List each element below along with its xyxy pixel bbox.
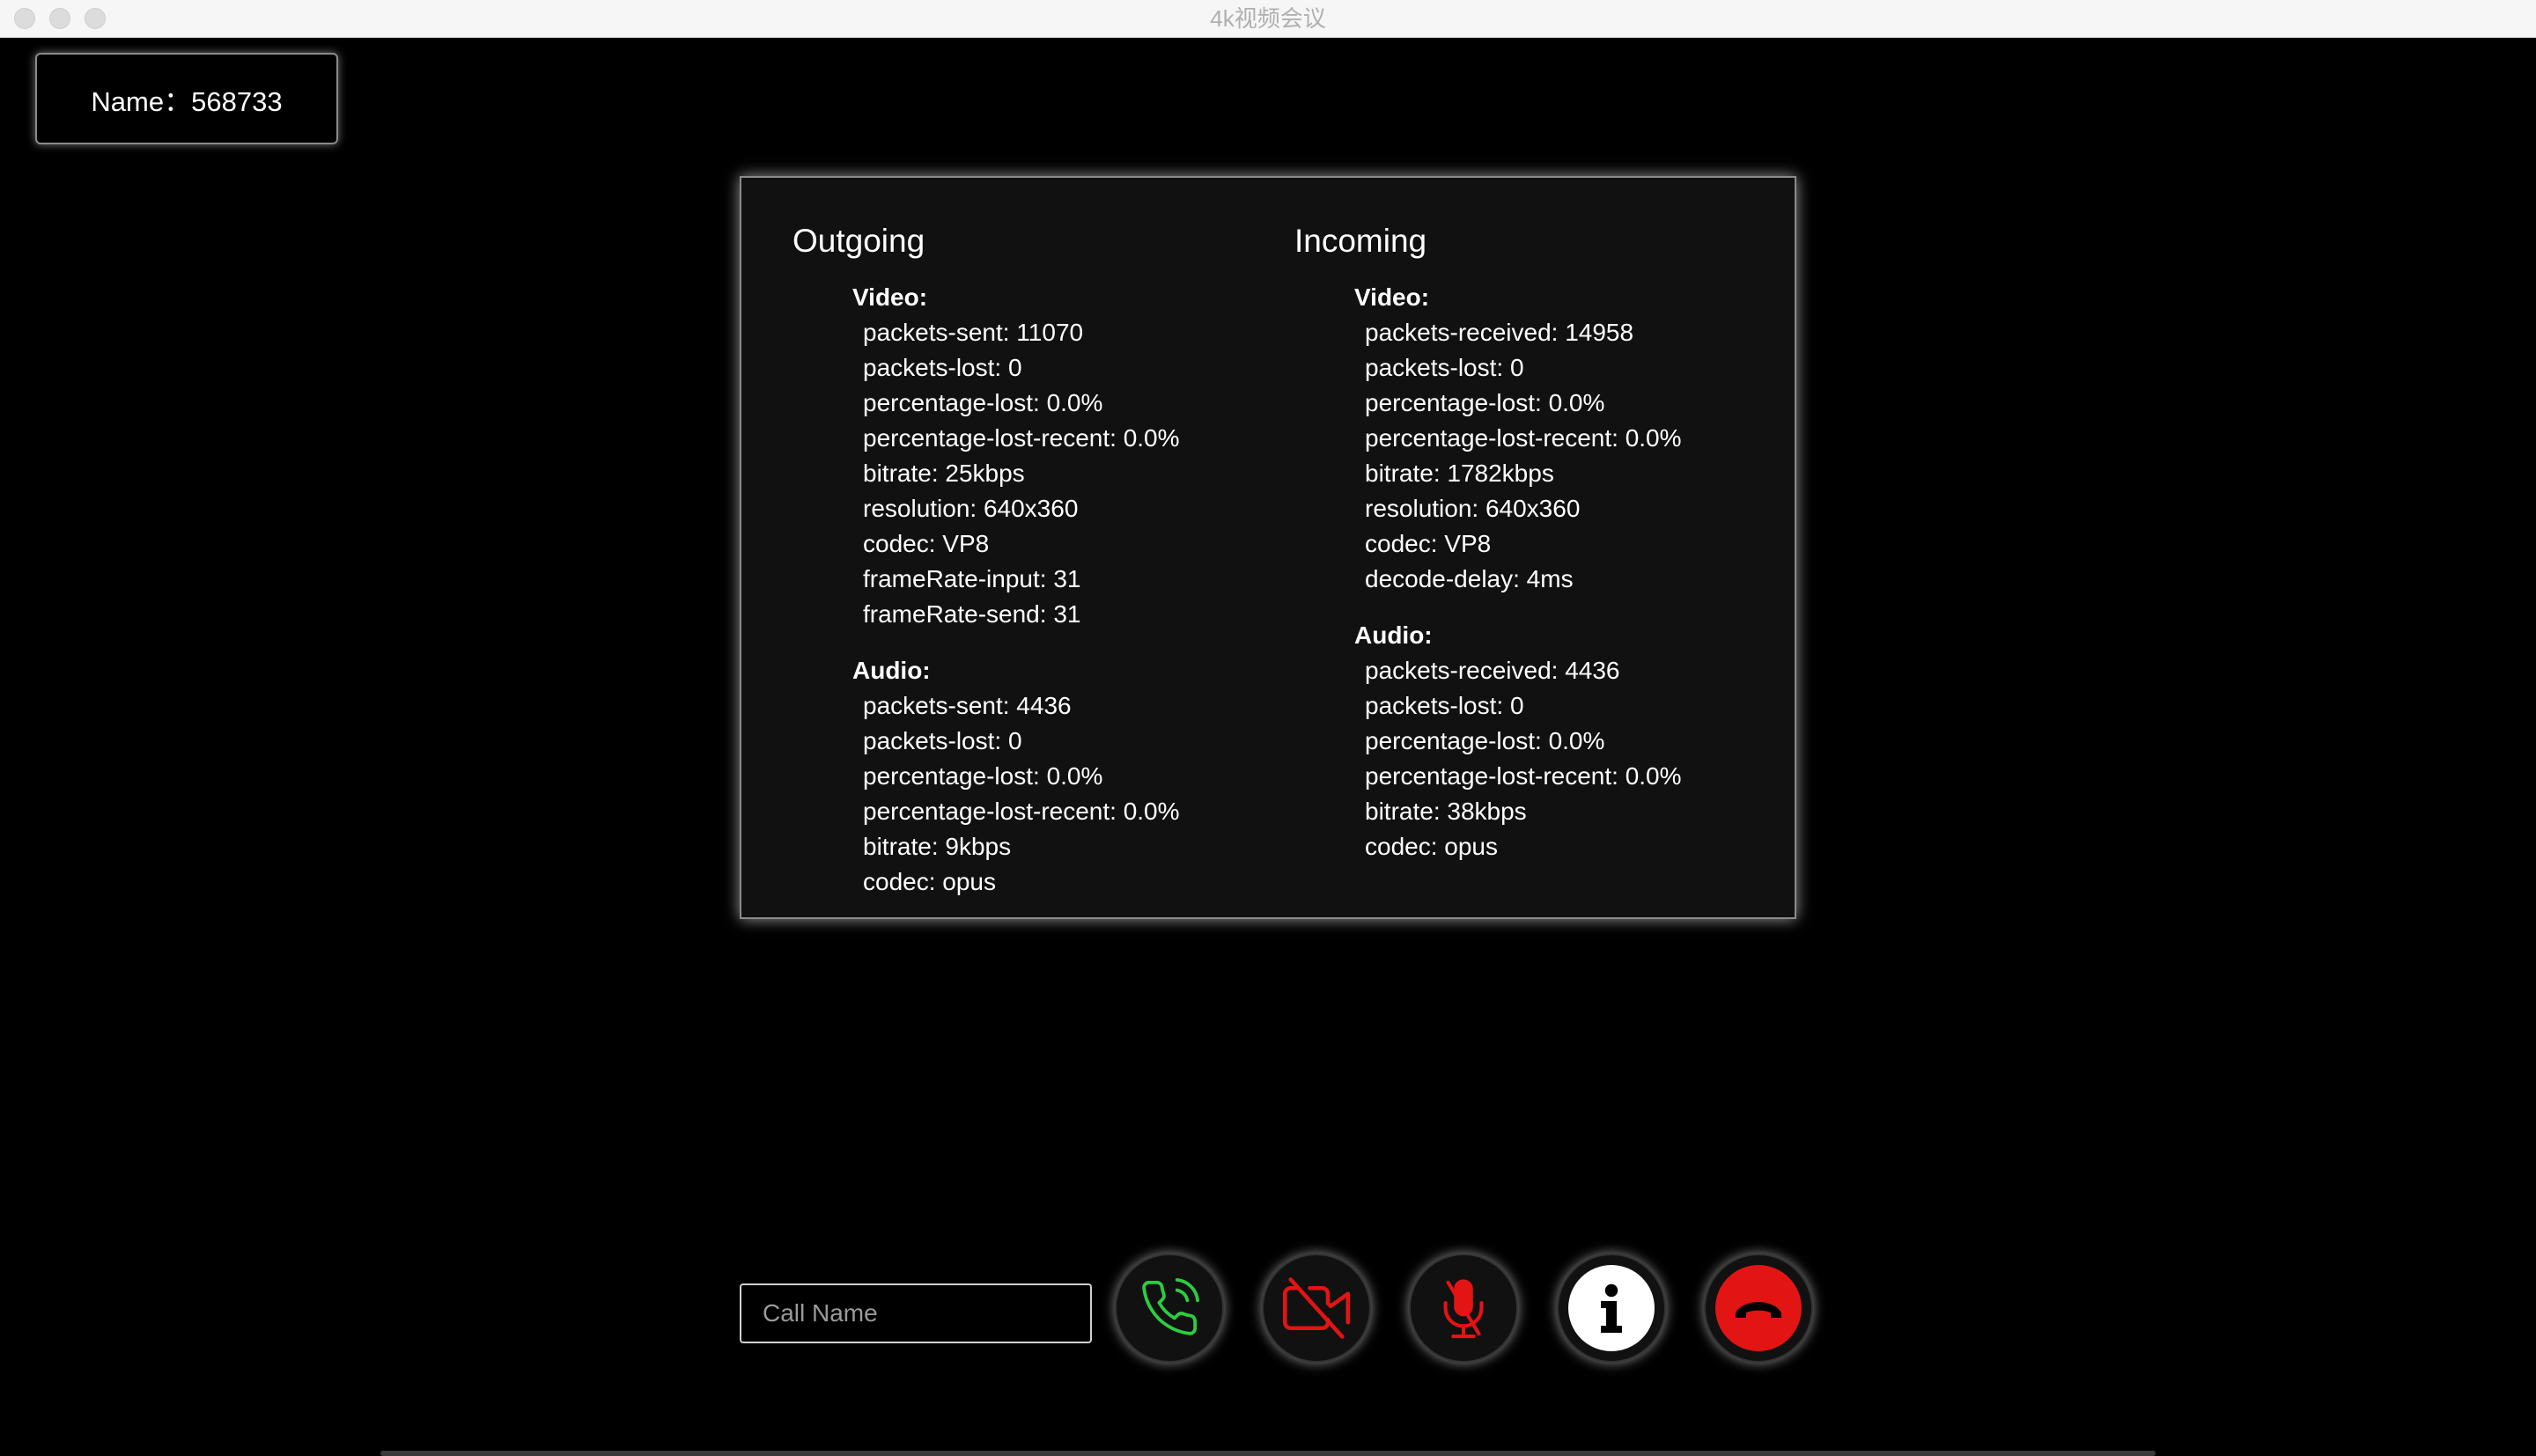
stat-line: frameRate-send: 31: [863, 600, 1081, 628]
stat-line: bitrate: 9kbps: [863, 833, 1012, 860]
incoming-title: Incoming: [1294, 223, 1427, 259]
info-icon: [1568, 1265, 1655, 1351]
outgoing-title: Outgoing: [792, 223, 925, 259]
call-button[interactable]: [1115, 1254, 1224, 1363]
hang-up-button[interactable]: [1704, 1254, 1813, 1363]
stat-line: packets-received: 4436: [1365, 657, 1620, 684]
outgoing-video-heading: Video:: [852, 283, 928, 311]
title-bar: 4k视频会议: [0, 0, 2536, 38]
mic-off-icon: [1443, 1279, 1484, 1339]
incoming-stats: Incoming Video: packets-received: 14958 …: [1294, 222, 1682, 864]
app-window: 4k视频会议 Name：568733 Outgoing Video: packe…: [0, 0, 2536, 1456]
stat-line: packets-lost: 0: [863, 354, 1022, 381]
stat-line: frameRate-input: 31: [863, 565, 1081, 592]
stat-line: decode-delay: 4ms: [1365, 565, 1574, 592]
stat-line: codec: opus: [863, 868, 996, 895]
toggle-mic-button[interactable]: [1409, 1254, 1518, 1363]
stat-line: percentage-lost-recent: 0.0%: [1365, 424, 1682, 452]
window-bottom-edge: [380, 1451, 2156, 1456]
stat-line: percentage-lost-recent: 0.0%: [863, 798, 1180, 825]
outgoing-stats: Outgoing Video: packets-sent: 11070 pack…: [792, 222, 1180, 900]
stat-line: packets-sent: 4436: [863, 692, 1072, 719]
stat-line: bitrate: 25kbps: [863, 460, 1025, 487]
stat-line: percentage-lost: 0.0%: [863, 389, 1103, 416]
stat-line: resolution: 640x360: [1365, 495, 1581, 522]
stat-line: packets-sent: 11070: [863, 319, 1084, 346]
stat-line: packets-lost: 0: [1365, 692, 1524, 719]
call-info-button[interactable]: [1557, 1254, 1666, 1363]
window-title: 4k视频会议: [1210, 5, 1326, 32]
stat-line: codec: VP8: [1365, 530, 1492, 557]
phone-call-icon: [1142, 1278, 1199, 1335]
stat-line: percentage-lost-recent: 0.0%: [1365, 762, 1682, 790]
stat-line: packets-lost: 0: [1365, 354, 1524, 381]
stat-line: codec: VP8: [863, 530, 990, 557]
stat-line: bitrate: 38kbps: [1365, 798, 1527, 825]
stat-line: percentage-lost: 0.0%: [1365, 389, 1605, 416]
stat-line: bitrate: 1782kbps: [1365, 460, 1554, 487]
incoming-audio-heading: Audio:: [1354, 621, 1433, 649]
video-off-icon: [1282, 1277, 1351, 1339]
incoming-video-heading: Video:: [1354, 283, 1430, 311]
stat-line: packets-received: 14958: [1365, 319, 1634, 346]
stat-line: packets-lost: 0: [863, 727, 1022, 754]
call-stats-panel: Outgoing Video: packets-sent: 11070 pack…: [740, 176, 1796, 919]
toggle-video-button[interactable]: [1262, 1254, 1371, 1363]
hang-up-icon: [1715, 1265, 1802, 1351]
user-name-badge: Name：568733: [35, 53, 338, 144]
user-name-label: Name：568733: [91, 85, 283, 117]
stat-line: percentage-lost: 0.0%: [1365, 727, 1605, 754]
stat-line: percentage-lost: 0.0%: [863, 762, 1103, 790]
outgoing-audio-heading: Audio:: [852, 657, 931, 684]
call-name-input[interactable]: [740, 1283, 1092, 1343]
stat-line: resolution: 640x360: [863, 495, 1079, 522]
stat-line: codec: opus: [1365, 833, 1498, 860]
stat-line: percentage-lost-recent: 0.0%: [863, 424, 1180, 452]
